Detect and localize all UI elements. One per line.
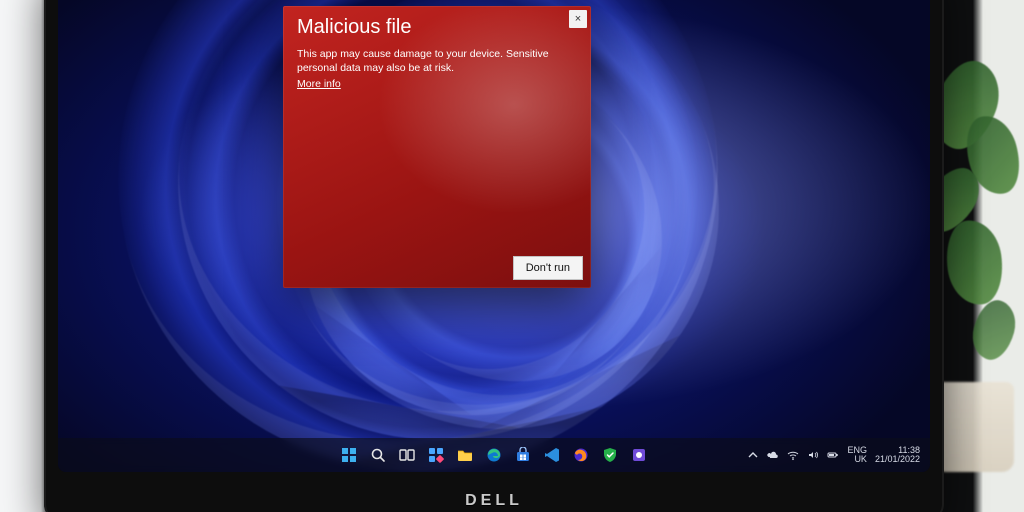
laptop-brand-logo: DELL [465,492,523,510]
windows-desktop: Malicious file × This app may cause dama… [58,0,930,472]
widgets-button[interactable] [425,444,447,466]
clock-date: 21/01/2022 [875,455,920,464]
firefox-icon [573,447,589,463]
plant-leaf [941,217,1007,309]
laptop: DELL Malicious file × This app may cause… [44,0,944,512]
file-explorer-button[interactable] [454,444,476,466]
plant-pot [934,382,1014,472]
app-icon [631,447,647,463]
dialog-body-text: This app may cause damage to your device… [297,48,549,74]
photo-scene: DELL Malicious file × This app may cause… [0,0,1024,512]
shield-icon [602,447,618,463]
widgets-icon [428,447,444,463]
dialog-body: This app may cause damage to your device… [283,43,591,96]
system-tray: ENG UK 11:38 21/01/2022 [747,438,920,472]
dont-run-button[interactable]: Don't run [513,256,583,280]
store-button[interactable] [512,444,534,466]
firefox-button[interactable] [570,444,592,466]
pinned-app-button[interactable] [599,444,621,466]
dialog-close-button[interactable]: × [569,10,587,28]
volume-tray-icon[interactable] [807,449,819,461]
malicious-file-dialog: Malicious file × This app may cause dama… [283,6,591,288]
language-line2: UK [847,455,867,464]
search-button[interactable] [367,444,389,466]
clock[interactable]: 11:38 21/01/2022 [875,446,920,465]
tray-chevron-up-icon[interactable] [747,449,759,461]
vscode-button[interactable] [541,444,563,466]
edge-icon [486,447,502,463]
edge-button[interactable] [483,444,505,466]
windows-icon [341,447,357,463]
taskbar-center-icons [338,444,650,466]
language-indicator[interactable]: ENG UK [847,446,867,465]
dialog-titlebar: Malicious file × [283,6,591,43]
vscode-icon [544,447,560,463]
network-tray-icon[interactable] [787,449,799,461]
onedrive-tray-icon[interactable] [767,449,779,461]
task-view-icon [399,447,415,463]
taskbar: ENG UK 11:38 21/01/2022 [58,438,930,472]
battery-tray-icon[interactable] [827,449,839,461]
plant-leaf [967,296,1021,364]
start-button[interactable] [338,444,360,466]
more-info-link[interactable]: More info [297,77,341,91]
search-icon [370,447,386,463]
dialog-title: Malicious file [297,16,577,39]
task-view-button[interactable] [396,444,418,466]
pinned-app-button-2[interactable] [628,444,650,466]
store-icon [515,447,531,463]
dialog-footer: Don't run [283,248,591,288]
folder-icon [457,447,473,463]
